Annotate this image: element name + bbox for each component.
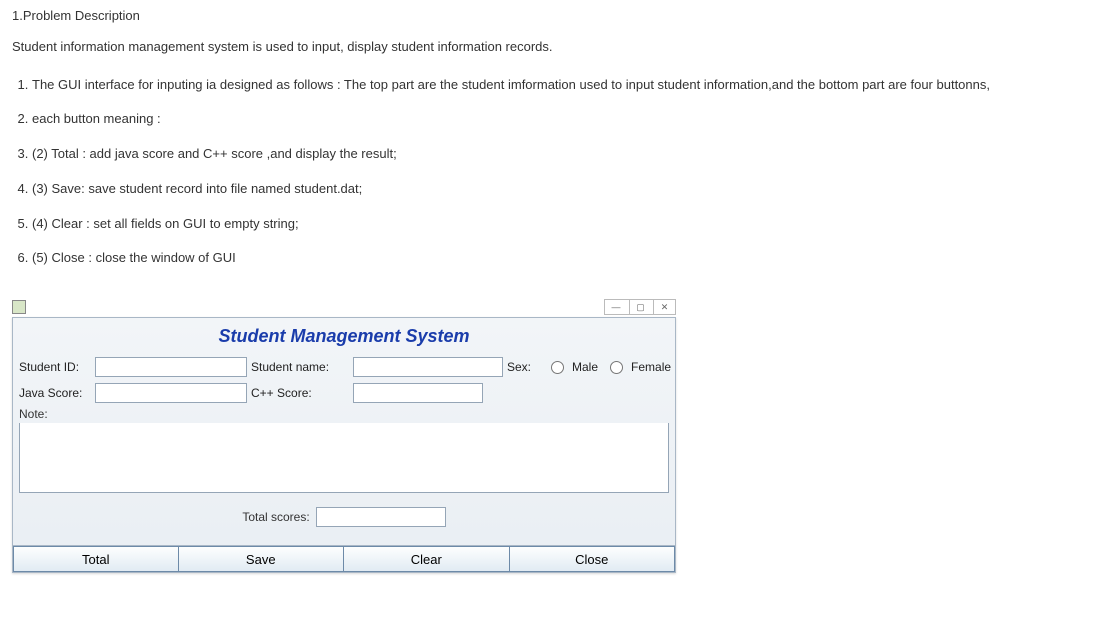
student-name-input[interactable] (353, 357, 503, 377)
male-label: Male (572, 360, 598, 374)
list-item: The GUI interface for inputing ia design… (32, 75, 1084, 96)
student-name-label: Student name: (251, 360, 349, 374)
sex-radio-group: Male Female (545, 360, 695, 374)
java-score-label: Java Score: (19, 386, 91, 400)
female-label: Female (631, 360, 671, 374)
clear-button[interactable]: Clear (344, 546, 510, 572)
close-button[interactable]: Close (510, 546, 676, 572)
cpp-score-label: C++ Score: (251, 386, 349, 400)
description-list: The GUI interface for inputing ia design… (32, 75, 1084, 270)
intro-text: Student information management system is… (12, 37, 1084, 57)
list-item: (5) Close : close the window of GUI (32, 248, 1084, 269)
section-heading: 1.Problem Description (12, 8, 1084, 23)
student-id-label: Student ID: (19, 360, 91, 374)
app-icon (12, 300, 26, 314)
note-textarea[interactable] (19, 423, 669, 493)
window-controls: — ▢ ✕ (604, 299, 676, 315)
maximize-icon[interactable]: ▢ (629, 300, 651, 314)
total-scores-input[interactable] (316, 507, 446, 527)
window-titlebar: — ▢ ✕ (12, 299, 676, 315)
button-bar: Total Save Clear Close (13, 545, 675, 572)
list-item: each button meaning : (32, 109, 1084, 130)
note-label: Note: (19, 403, 669, 423)
sex-label: Sex: (507, 360, 541, 374)
minimize-icon[interactable]: — (605, 300, 627, 314)
list-item: (4) Clear : set all fields on GUI to emp… (32, 214, 1084, 235)
app-title: Student Management System (13, 318, 675, 353)
app-window: Student Management System Student ID: St… (12, 317, 676, 573)
java-score-input[interactable] (95, 383, 247, 403)
total-scores-label: Total scores: (242, 510, 309, 524)
list-item: (3) Save: save student record into file … (32, 179, 1084, 200)
save-button[interactable]: Save (179, 546, 345, 572)
total-button[interactable]: Total (13, 546, 179, 572)
male-radio[interactable] (551, 361, 564, 374)
close-icon[interactable]: ✕ (653, 300, 675, 314)
cpp-score-input[interactable] (353, 383, 483, 403)
list-item: (2) Total : add java score and C++ score… (32, 144, 1084, 165)
female-radio[interactable] (610, 361, 623, 374)
student-id-input[interactable] (95, 357, 247, 377)
